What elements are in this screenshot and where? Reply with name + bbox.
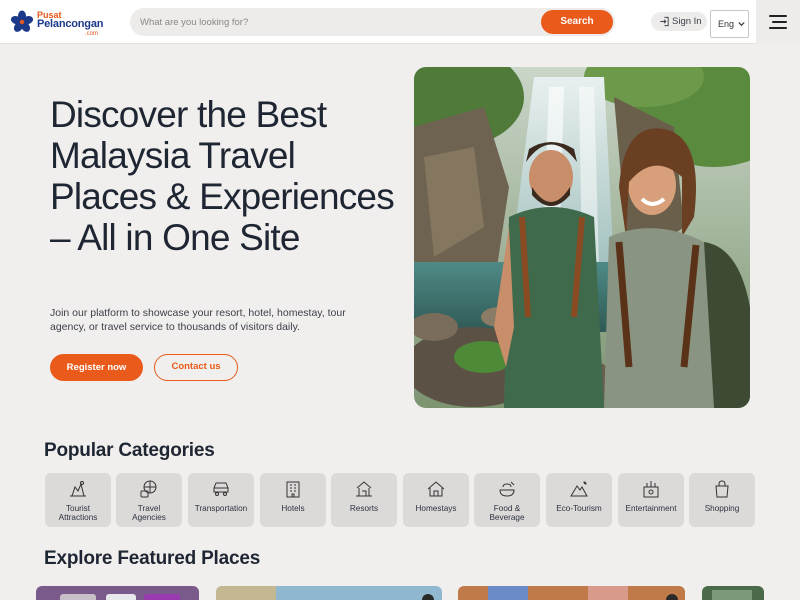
logo-text-domain: .com (85, 31, 99, 37)
category-label-line2: Agencies (132, 513, 166, 522)
language-selected: Eng (718, 19, 735, 29)
category-label-line1: Eco-Tourism (556, 504, 602, 513)
category-label-line1: Travel (137, 504, 161, 513)
eco-tourism-icon (570, 481, 588, 497)
resort-icon (356, 481, 372, 497)
featured-places-title: Explore Featured Places (44, 548, 261, 569)
category-label-line1: Tourist (65, 504, 91, 513)
popular-categories-title: Popular Categories (44, 440, 215, 461)
featured-card[interactable] (458, 586, 685, 600)
hotel-icon (286, 481, 300, 498)
shopping-bag-icon (715, 480, 729, 498)
attractions-icon (70, 481, 86, 497)
car-icon (213, 482, 229, 496)
category-food-beverage[interactable]: Food & Beverage (474, 473, 540, 527)
search-button[interactable]: Search (541, 10, 613, 34)
category-label-line1: Shopping (704, 504, 740, 513)
menu-button[interactable] (756, 0, 800, 44)
site-logo[interactable]: Pusat Pelancongan .com (10, 7, 104, 37)
category-resorts[interactable]: Resorts (331, 473, 397, 527)
category-label-line1: Hotels (281, 504, 305, 513)
category-label-line2: Beverage (489, 513, 525, 522)
category-label-line2: Attractions (58, 513, 98, 522)
contact-us-button[interactable]: Contact us (154, 354, 238, 381)
category-shopping[interactable]: Shopping (689, 473, 755, 527)
entertainment-icon (643, 481, 659, 498)
featured-card[interactable] (702, 586, 764, 600)
featured-card[interactable] (36, 586, 199, 600)
hero-title: Discover the Best Malaysia Travel Places… (50, 94, 395, 258)
sign-in-label: Sign In (672, 16, 702, 27)
featured-card[interactable] (216, 586, 442, 600)
category-hotels[interactable]: Hotels (260, 473, 326, 527)
category-label-line1: Resorts (349, 504, 379, 513)
category-label-line1: Transportation (194, 504, 248, 513)
homestay-icon (427, 481, 445, 497)
category-travel-agencies[interactable]: Travel Agencies (116, 473, 182, 527)
register-now-button[interactable]: Register now (50, 354, 143, 381)
search-input[interactable] (140, 8, 535, 36)
hibiscus-icon (10, 10, 34, 32)
language-select[interactable]: Eng (710, 10, 749, 38)
category-transportation[interactable]: Transportation (188, 473, 254, 527)
category-homestays[interactable]: Homestays (403, 473, 469, 527)
travel-agency-icon (140, 480, 157, 498)
search-bar: Search (130, 8, 615, 36)
category-label-line1: Food & (493, 504, 521, 513)
category-label-line1: Entertainment (625, 504, 677, 513)
category-eco-tourism[interactable]: Eco-Tourism (546, 473, 612, 527)
category-entertainment[interactable]: Entertainment (618, 473, 684, 527)
sign-in-button[interactable]: Sign In (651, 12, 707, 31)
category-label-line1: Homestays (415, 504, 457, 513)
chevron-down-icon (738, 22, 745, 27)
sign-in-icon (660, 16, 669, 27)
top-navbar: Pusat Pelancongan .com Search Sign In En… (0, 0, 800, 44)
hero-subtitle: Join our platform to showcase your resor… (50, 307, 346, 333)
hero-image-travelers-waterfall (414, 67, 750, 408)
category-tourist-attractions[interactable]: Tourist Attractions (45, 473, 111, 527)
food-icon (499, 481, 515, 497)
logo-text-main: Pelancongan (37, 18, 104, 30)
